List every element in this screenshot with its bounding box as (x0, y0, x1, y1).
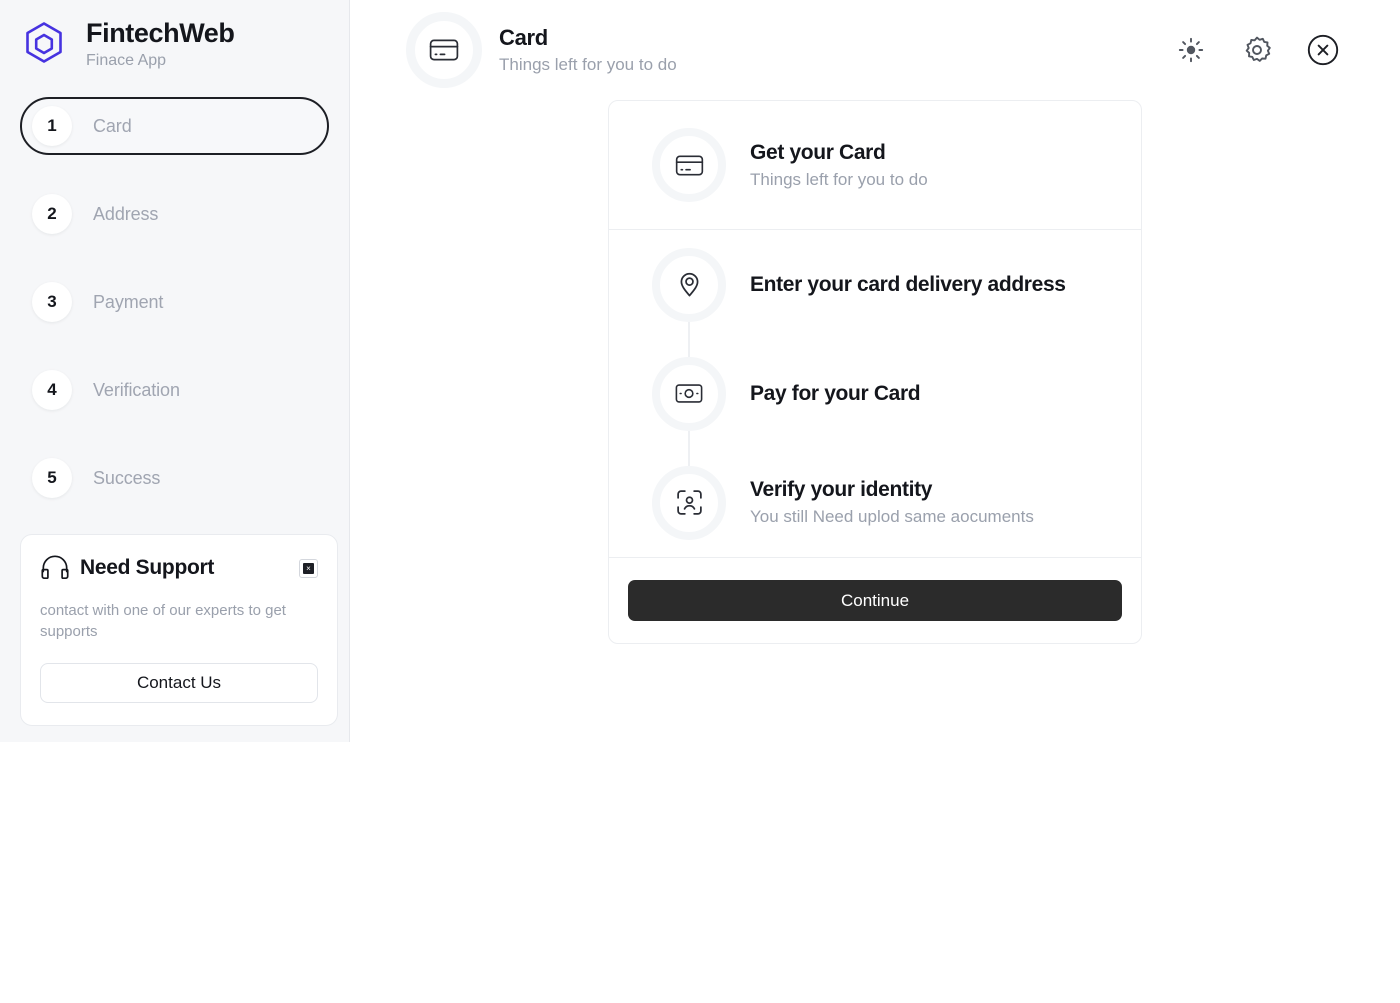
step-label: Card (93, 115, 132, 136)
tasks-panel: Get your Card Things left for you to do … (608, 100, 1142, 644)
credit-card-icon (652, 128, 726, 202)
step-number: 1 (32, 106, 72, 147)
header-title-group: Card Things left for you to do (406, 12, 677, 88)
support-description: contact with one of our experts to get s… (40, 602, 286, 641)
sidebar-item-address[interactable]: 2 Address (20, 185, 329, 243)
task-subtitle: You still Need uplod same aocuments (750, 507, 1034, 527)
task-text: Pay for your Card (750, 381, 921, 406)
page-title: Card (499, 25, 548, 51)
panel-footer: Continue (609, 558, 1141, 643)
brand-tagline: Finace App (86, 52, 167, 70)
continue-button[interactable]: Continue (628, 580, 1122, 621)
task-subtitle: Things left for you to do (750, 169, 928, 189)
task-title: Pay for your Card (750, 381, 921, 405)
step-label: Payment (93, 291, 164, 312)
sun-icon[interactable] (1172, 31, 1210, 69)
banknote-icon (652, 356, 726, 431)
support-header: Need Support × (40, 555, 318, 581)
hexagon-logo-icon (18, 18, 70, 70)
page-subtitle: Things left for you to do (499, 54, 677, 74)
sidebar-item-success[interactable]: 5 Success (20, 449, 329, 507)
task-text: Get your Card Things left for you to do (750, 140, 928, 191)
step-list: 1 Card 2 Address 3 Payment 4 Verificatio… (0, 97, 349, 507)
task-title: Enter your card delivery address (750, 272, 1066, 296)
task-text: Verify your identity You still Need uplo… (750, 477, 1034, 528)
step-label: Success (93, 467, 161, 488)
step-number: 2 (32, 194, 72, 235)
header-actions (1172, 31, 1342, 69)
task-title: Verify your identity (750, 478, 933, 502)
sidebar: FintechWeb Finace App 1 Card 2 Address 3… (0, 0, 350, 742)
step-number: 4 (32, 370, 72, 411)
close-glyph: × (303, 562, 314, 574)
brand: FintechWeb Finace App (0, 0, 349, 70)
headphones-icon (40, 555, 70, 581)
task-row-get-card[interactable]: Get your Card Things left for you to do (609, 101, 1141, 229)
gear-icon[interactable] (1238, 31, 1276, 69)
task-row-delivery-address[interactable]: Enter your card delivery address (609, 230, 1141, 376)
close-circle-icon[interactable] (1304, 31, 1342, 69)
app-root: FintechWeb Finace App 1 Card 2 Address 3… (0, 0, 1400, 1003)
sidebar-item-verification[interactable]: 4 Verification (20, 361, 329, 419)
task-text: Enter your card delivery address (750, 272, 1066, 297)
close-icon[interactable]: × (299, 558, 318, 578)
page-header: Card Things left for you to do (350, 0, 1400, 100)
sidebar-item-payment[interactable]: 3 Payment (20, 273, 329, 331)
step-label: Verification (93, 379, 180, 400)
contact-us-button[interactable]: Contact Us (40, 662, 318, 703)
credit-card-icon (406, 12, 482, 88)
task-title: Get your Card (750, 140, 886, 164)
support-title: Need Support (80, 556, 215, 579)
step-number: 5 (32, 458, 72, 499)
map-pin-icon (652, 247, 726, 322)
step-number: 3 (32, 282, 72, 323)
brand-name: FintechWeb (86, 18, 235, 48)
face-scan-icon (652, 465, 726, 540)
support-card: Need Support × contact with one of our e… (20, 534, 338, 726)
sidebar-item-card[interactable]: 1 Card (20, 97, 329, 156)
step-label: Address (93, 203, 159, 224)
